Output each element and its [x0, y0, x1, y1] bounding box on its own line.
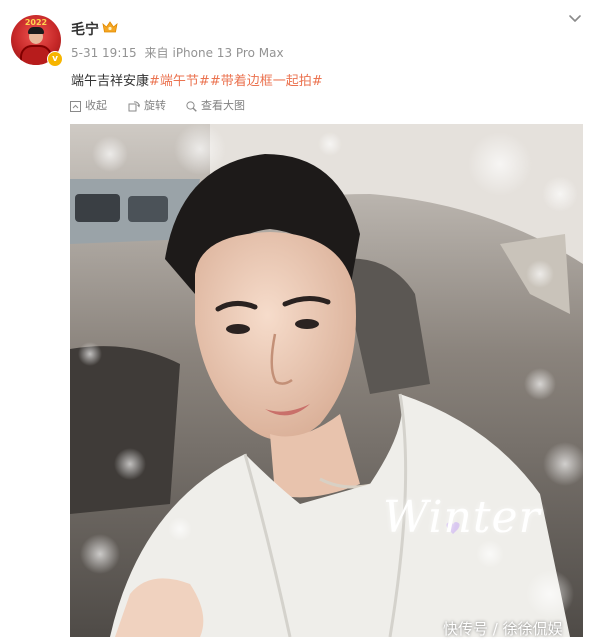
verified-badge-icon: v [47, 51, 63, 67]
photo-overlay-text: Winter [383, 492, 541, 543]
hashtag-frame-photo[interactable]: #带着边框一起拍# [210, 74, 323, 89]
view-large-icon [186, 100, 197, 112]
avatar-hair [28, 27, 44, 34]
source-prefix: 来自 [144, 46, 169, 60]
view-large-label: 查看大图 [201, 99, 245, 112]
post-text: 端午吉祥安康#端午节##带着边框一起拍# [71, 70, 323, 89]
post-source[interactable]: iPhone 13 Pro Max [172, 46, 283, 60]
rotate-label: 旋转 [144, 99, 166, 112]
post-photo[interactable] [70, 124, 583, 637]
chevron-down-icon[interactable] [567, 12, 583, 26]
weibo-post: 2022 v 毛宁 5-31 19:15 来自 iPhone 13 Pro Max… [0, 0, 593, 642]
author-name[interactable]: 毛宁 [71, 19, 99, 39]
view-large-button[interactable]: 查看大图 [186, 100, 245, 112]
collect-label: 收起 [85, 99, 107, 112]
post-text-plain: 端午吉祥安康 [71, 74, 150, 89]
post-time[interactable]: 5-31 19:15 [71, 46, 137, 60]
collect-button[interactable]: 收起 [70, 100, 107, 112]
hashtag-duanwu[interactable]: #端午节# [149, 74, 210, 89]
rotate-icon [128, 100, 140, 111]
collect-icon [70, 100, 81, 112]
image-toolbar: 收起 旋转 查看大图 [0, 90, 593, 122]
avatar-year-text: 2022 [24, 18, 48, 27]
watermark-text: 快传号 / 徐徐侃娱 [443, 620, 563, 638]
crown-icon [102, 21, 118, 33]
selfie-image [70, 124, 583, 637]
post-meta: 5-31 19:15 来自 iPhone 13 Pro Max [71, 44, 288, 61]
rotate-button[interactable]: 旋转 [128, 100, 166, 112]
